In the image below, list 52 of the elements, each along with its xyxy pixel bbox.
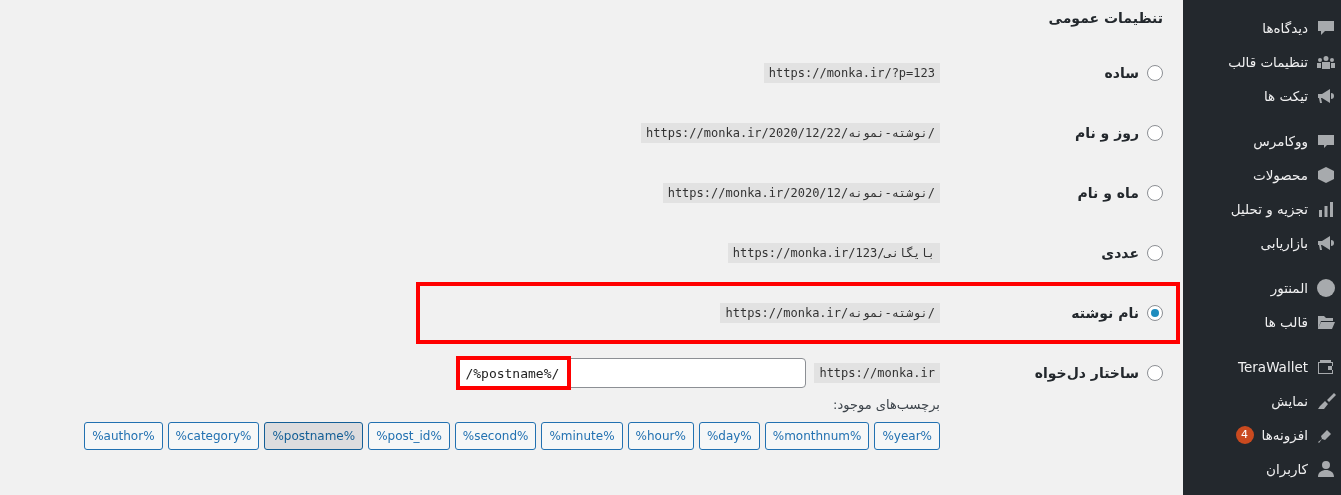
- radio-button[interactable]: [1147, 365, 1163, 381]
- option-label[interactable]: عددی: [1101, 245, 1139, 261]
- menu-item[interactable]: تیکت ها: [1263, 88, 1308, 104]
- menu-item[interactable]: کاربران: [1266, 461, 1308, 477]
- menu-item[interactable]: قالب ها: [1264, 314, 1308, 330]
- tags-label: برچسب‌های موجود:: [832, 397, 940, 412]
- menu-item[interactable]: نمایش: [1271, 393, 1308, 409]
- radio-button[interactable]: [1147, 185, 1163, 201]
- menu-item[interactable]: بازاریابی: [1260, 235, 1308, 251]
- cube-icon: [1316, 165, 1336, 185]
- tag-button[interactable]: %minute%: [541, 422, 623, 450]
- tag-button[interactable]: %day%: [698, 422, 760, 450]
- megaphone-icon: [1316, 233, 1336, 253]
- url-prefix: https://monka.ir: [814, 363, 940, 383]
- url-sample: https://monka.ir/2020/12/22/نوشته-نمونه/: [641, 123, 940, 143]
- count-badge: 4: [1235, 426, 1254, 444]
- option-label[interactable]: نام نوشته: [1071, 305, 1139, 321]
- menu-item[interactable]: ووکامرس: [1253, 133, 1308, 149]
- tag-button[interactable]: %second%: [454, 422, 537, 450]
- menu-item[interactable]: المنتور: [1270, 280, 1308, 296]
- section-title: تنظیمات عمومی: [1047, 9, 1163, 29]
- tag-button[interactable]: %author%: [84, 422, 163, 450]
- menu-item[interactable]: افزونه‌ها: [1261, 427, 1308, 443]
- menu-item[interactable]: تنظیمات قالب: [1228, 54, 1308, 70]
- url-sample: https://monka.ir/نوشته-نمونه/: [720, 303, 940, 323]
- radio-button[interactable]: [1147, 245, 1163, 261]
- brush-icon: [1316, 391, 1336, 411]
- comment-icon: [1316, 18, 1336, 38]
- option-label[interactable]: ماه و نام: [1077, 185, 1139, 201]
- menu-item[interactable]: دیدگاه‌ها: [1262, 20, 1308, 36]
- tag-button[interactable]: %category%: [167, 422, 260, 450]
- menu-item[interactable]: تجزیه و تحلیل: [1230, 201, 1308, 217]
- menu-item[interactable]: محصولات: [1252, 167, 1308, 183]
- tag-button[interactable]: %monthnum%: [764, 422, 870, 450]
- tag-button[interactable]: %year%: [874, 422, 940, 450]
- option-label[interactable]: ساختار دل‌خواه: [1034, 365, 1139, 381]
- menu-item[interactable]: TeraWallet: [1238, 359, 1308, 375]
- option-label[interactable]: روز و نام: [1074, 125, 1139, 141]
- megaphone-icon: [1316, 86, 1336, 106]
- radio-button[interactable]: [1147, 125, 1163, 141]
- radio-button[interactable]: [1147, 65, 1163, 81]
- url-sample: https://monka.ir/?p=123: [763, 63, 940, 83]
- wallet-icon: [1316, 357, 1336, 377]
- tag-button[interactable]: %post_id%: [368, 422, 450, 450]
- tag-button[interactable]: %hour%: [627, 422, 694, 450]
- user-icon: [1316, 459, 1336, 479]
- url-sample: https://monka.ir/123/بایگانی: [727, 243, 940, 263]
- tag-button[interactable]: %postname%: [264, 422, 364, 450]
- option-label[interactable]: ساده: [1104, 65, 1139, 81]
- bar-chart-icon: [1316, 199, 1336, 219]
- url-sample: https://monka.ir/2020/12/نوشته-نمونه/: [662, 183, 940, 203]
- radio-button[interactable]: [1147, 305, 1163, 321]
